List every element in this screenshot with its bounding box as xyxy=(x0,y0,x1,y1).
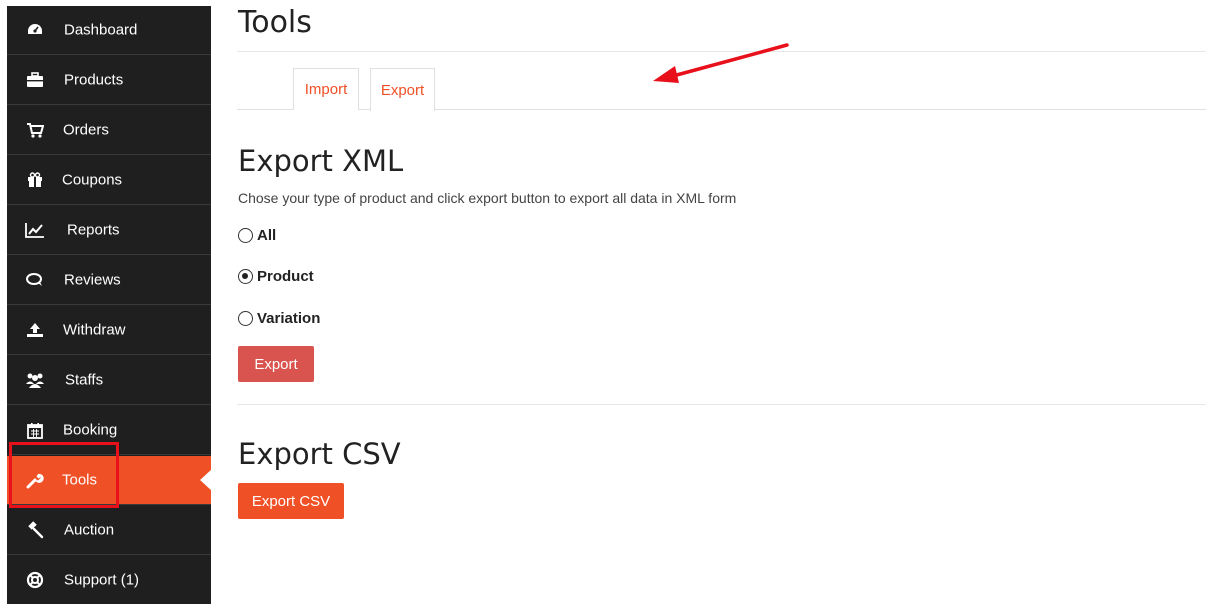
dashboard-icon xyxy=(25,20,45,40)
sidebar-item-label: Booking xyxy=(63,421,118,439)
sidebar-item-label: Withdraw xyxy=(63,321,126,339)
annotation-arrow-icon xyxy=(653,43,789,83)
sidebar-item-dashboard[interactable]: Dashboard xyxy=(7,6,211,55)
radio-option-product[interactable]: Product xyxy=(238,268,314,285)
radio-button[interactable] xyxy=(238,228,253,243)
sidebar-item-staffs[interactable]: Staffs xyxy=(7,356,211,405)
life-ring-icon xyxy=(25,570,45,590)
radio-button[interactable] xyxy=(238,311,253,326)
cart-icon xyxy=(25,120,45,140)
sidebar-item-booking[interactable]: Booking xyxy=(7,406,211,455)
sidebar-item-tools[interactable]: Tools xyxy=(7,456,211,505)
sidebar-item-label: Support (1) xyxy=(64,571,140,589)
radio-option-variation[interactable]: Variation xyxy=(238,310,320,327)
tab-import[interactable]: Import xyxy=(293,68,359,110)
radio-label: All xyxy=(257,227,277,244)
tab-label: Import xyxy=(304,81,348,98)
sidebar-item-support[interactable]: Support (1) xyxy=(7,556,211,604)
sidebar-item-label: Tools xyxy=(62,471,98,489)
app-root: Dashboard Products Orders Coupons Report… xyxy=(0,0,1206,604)
calendar-icon xyxy=(25,420,45,440)
sidebar-item-coupons[interactable]: Coupons xyxy=(7,156,211,205)
section-divider xyxy=(237,404,1206,405)
line-chart-icon xyxy=(25,220,45,240)
radio-option-all[interactable]: All xyxy=(238,227,276,244)
sidebar-item-label: Reports xyxy=(67,221,120,239)
sidebar-item-orders[interactable]: Orders xyxy=(7,106,211,155)
upload-icon xyxy=(25,320,45,340)
users-icon xyxy=(25,370,45,390)
sidebar-item-label: Dashboard xyxy=(64,21,138,39)
wrench-icon xyxy=(25,470,45,490)
export-button[interactable]: Export xyxy=(238,346,314,382)
sidebar-item-products[interactable]: Products xyxy=(7,56,211,105)
export-xml-description: Chose your type of product and click exp… xyxy=(238,190,737,206)
export-csv-button[interactable]: Export CSV xyxy=(238,483,344,519)
export-xml-heading: Export XML xyxy=(238,144,404,178)
tab-label: Export xyxy=(380,81,425,99)
sidebar-item-label: Auction xyxy=(64,521,115,539)
sidebar-item-reports[interactable]: Reports xyxy=(7,206,211,255)
briefcase-icon xyxy=(25,70,45,90)
sidebar-item-label: Staffs xyxy=(65,371,104,389)
sidebar-item-label: Products xyxy=(64,71,124,89)
radio-label: Product xyxy=(257,268,314,285)
main-content: Tools Import Export Export XML Chose you… xyxy=(237,0,1206,604)
sidebar-item-label: Coupons xyxy=(62,171,123,189)
sidebar: Dashboard Products Orders Coupons Report… xyxy=(7,6,211,604)
sidebar-item-label: Reviews xyxy=(64,271,121,289)
sidebar-item-label: Orders xyxy=(63,121,109,139)
page-title: Tools xyxy=(238,5,312,40)
radio-button[interactable] xyxy=(238,269,253,284)
divider xyxy=(237,51,1206,52)
radio-label: Variation xyxy=(257,310,321,327)
export-csv-heading: Export CSV xyxy=(238,437,401,471)
gavel-icon xyxy=(25,520,45,540)
sidebar-item-auction[interactable]: Auction xyxy=(7,506,211,555)
sidebar-item-withdraw[interactable]: Withdraw xyxy=(7,306,211,355)
comments-icon xyxy=(25,270,45,290)
tab-export[interactable]: Export xyxy=(370,68,435,111)
gift-icon xyxy=(25,170,45,190)
sidebar-item-reviews[interactable]: Reviews xyxy=(7,256,211,305)
